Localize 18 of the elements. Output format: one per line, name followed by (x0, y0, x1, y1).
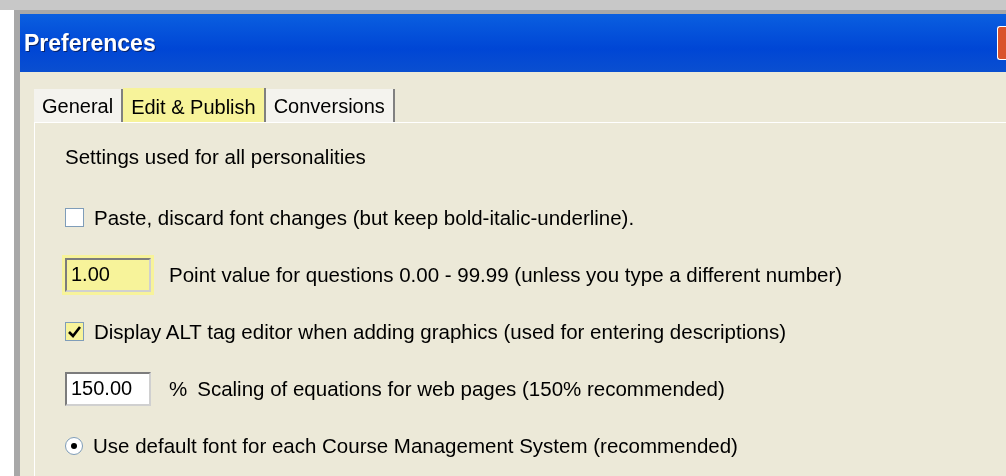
option-label: Paste, discard font changes (but keep bold-italic-underline). (94, 205, 635, 230)
window-title: Preferences (24, 29, 156, 57)
close-button[interactable] (997, 26, 1006, 60)
tab[interactable]: Edit & Publish (123, 88, 266, 123)
tab[interactable]: General (34, 89, 124, 122)
option-label: Point value for questions 0.00 - 99.99 (unless you type a different number) (169, 262, 843, 287)
number-field[interactable]: 1.00 (65, 257, 151, 292)
radio-button[interactable] (65, 436, 83, 455)
option-label: Display ALT tag editor when adding graphics (used for entering descriptions) (94, 319, 787, 344)
check-icon (68, 325, 81, 338)
tab[interactable]: Conversions (265, 89, 395, 122)
section-heading: Settings used for all personalities (65, 145, 366, 169)
unit-label: % (169, 376, 188, 401)
option-label: Scaling of equations for web pages (150% recommended) (197, 376, 725, 401)
checkbox[interactable] (65, 322, 84, 341)
number-field[interactable]: 150.00 (65, 371, 151, 406)
checkbox[interactable] (65, 208, 84, 227)
option-label: Use default font for each Course Management System (recommended) (93, 433, 738, 458)
